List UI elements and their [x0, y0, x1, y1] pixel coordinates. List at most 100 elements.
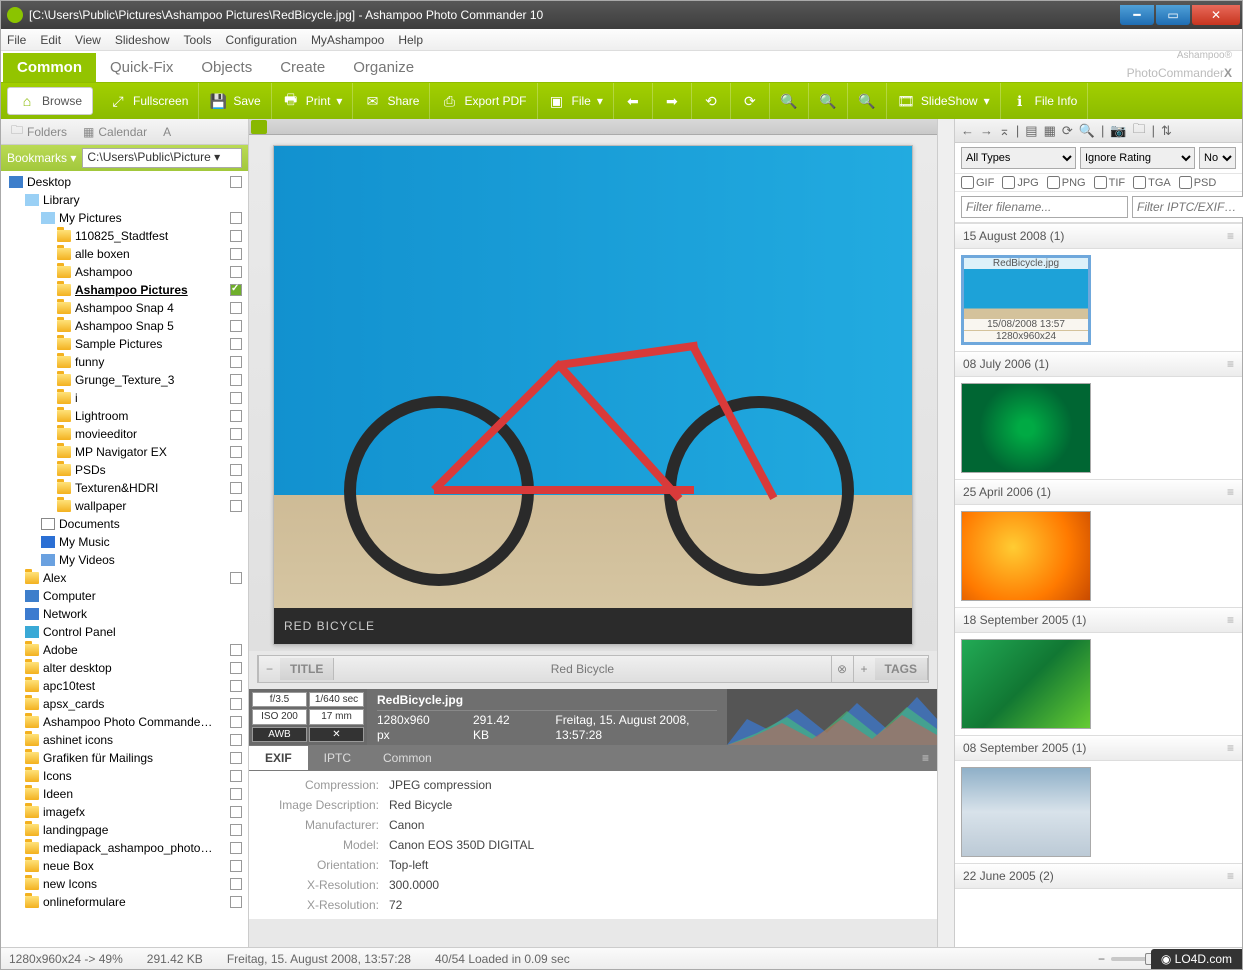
collapse-icon[interactable]: ≡ — [1227, 741, 1234, 755]
expand-tags-button[interactable]: + — [853, 656, 875, 682]
tree-item[interactable]: Ashampoo Pictures — [1, 281, 248, 299]
tree-checkbox[interactable] — [230, 212, 242, 224]
thumbnail-groups[interactable]: 15 August 2008 (1)≡RedBicycle.jpg15/08/2… — [955, 223, 1242, 947]
tree-item[interactable]: alle boxen — [1, 245, 248, 263]
tree-item[interactable]: i — [1, 389, 248, 407]
share-button[interactable]: ✉Share — [353, 83, 430, 119]
tree-item[interactable]: Documents — [1, 515, 248, 533]
tree-item[interactable]: Grafiken für Mailings — [1, 749, 248, 767]
tab-common[interactable]: Common — [3, 53, 96, 82]
tree-item[interactable]: mediapack_ashampoo_photo… — [1, 839, 248, 857]
tree-checkbox[interactable] — [230, 806, 242, 818]
tree-item[interactable]: Ideen — [1, 785, 248, 803]
tree-checkbox[interactable] — [230, 410, 242, 422]
export-pdf-button[interactable]: ⎙Export PDF — [430, 83, 537, 119]
tree-item[interactable]: My Pictures — [1, 209, 248, 227]
tree-checkbox[interactable] — [230, 770, 242, 782]
tree-checkbox[interactable] — [230, 482, 242, 494]
tree-item[interactable]: Icons — [1, 767, 248, 785]
print-button[interactable]: 🖶Print ▾ — [272, 83, 354, 119]
up-icon[interactable]: ⌅ — [999, 123, 1010, 139]
view-list-icon[interactable]: ▤ — [1025, 123, 1037, 139]
collapse-icon[interactable]: ≡ — [1227, 485, 1234, 499]
rotate-right-button[interactable]: ⟳ — [731, 83, 770, 119]
tree-item[interactable]: 110825_Stadtfest — [1, 227, 248, 245]
tree-checkbox[interactable] — [230, 392, 242, 404]
tree-checkbox[interactable] — [230, 338, 242, 350]
tab-quickfix[interactable]: Quick-Fix — [96, 53, 187, 82]
tree-checkbox[interactable] — [230, 698, 242, 710]
slideshow-button[interactable]: 🎞SlideShow ▾ — [887, 83, 1001, 119]
minimize-button[interactable]: ━ — [1120, 5, 1154, 25]
tree-checkbox[interactable] — [230, 662, 242, 674]
tree-item[interactable]: Lightroom — [1, 407, 248, 425]
exif-tab-common[interactable]: Common — [367, 746, 448, 770]
format-checkbox[interactable] — [1047, 176, 1060, 189]
tree-checkbox[interactable] — [230, 320, 242, 332]
tree-checkbox[interactable] — [230, 284, 242, 296]
tree-item[interactable]: landingpage — [1, 821, 248, 839]
zoom-out-icon[interactable]: − — [1098, 952, 1105, 966]
tree-checkbox[interactable] — [230, 680, 242, 692]
exif-tab-iptc[interactable]: IPTC — [308, 746, 367, 770]
tree-checkbox[interactable] — [230, 230, 242, 242]
thumbnail[interactable]: RedBicycle.jpg15/08/2008 13:571280x960x2… — [961, 255, 1091, 345]
filter-iptc-input[interactable] — [1132, 196, 1243, 218]
format-checkbox[interactable] — [1179, 176, 1192, 189]
zoom-in-button[interactable]: 🔍 — [848, 83, 887, 119]
tree-checkbox[interactable] — [230, 788, 242, 800]
menu-myashampoo[interactable]: MyAshampoo — [311, 33, 384, 47]
tree-item[interactable]: My Music — [1, 533, 248, 551]
browse-button[interactable]: ⌂Browse — [7, 87, 93, 115]
zoom-out-button[interactable]: 🔍 — [770, 83, 809, 119]
folder-tree[interactable]: DesktopLibraryMy Pictures110825_Stadtfes… — [1, 171, 248, 947]
tree-checkbox[interactable] — [230, 464, 242, 476]
thumbnail[interactable] — [961, 639, 1091, 729]
refresh-icon[interactable]: ⟳ — [1062, 123, 1073, 139]
tree-item[interactable]: Texturen&HDRI — [1, 479, 248, 497]
menu-help[interactable]: Help — [398, 33, 423, 47]
thumbnail[interactable] — [961, 383, 1091, 473]
tree-checkbox[interactable] — [230, 266, 242, 278]
tree-item[interactable]: onlineformulare — [1, 893, 248, 911]
menu-tools[interactable]: Tools — [184, 33, 212, 47]
tree-item[interactable]: Alex — [1, 569, 248, 587]
tree-item[interactable]: new Icons — [1, 875, 248, 893]
search-icon[interactable]: 🔍 — [1079, 123, 1095, 139]
exif-tab-exif[interactable]: EXIF — [249, 746, 308, 770]
grip-icon[interactable] — [251, 120, 267, 134]
tree-checkbox[interactable] — [230, 860, 242, 872]
format-checkbox[interactable] — [1002, 176, 1015, 189]
bookmarks-dropdown[interactable]: Bookmarks ▾ — [7, 151, 76, 165]
tree-item[interactable]: ashinet icons — [1, 731, 248, 749]
sidebar-tab-folders[interactable]: 🗀Folders — [5, 119, 73, 144]
thumbnail[interactable] — [961, 767, 1091, 857]
clear-title-button[interactable]: ⊗ — [831, 656, 853, 682]
fileinfo-button[interactable]: ℹFile Info — [1001, 83, 1089, 119]
tree-checkbox[interactable] — [230, 896, 242, 908]
tree-item[interactable]: Control Panel — [1, 623, 248, 641]
back-icon[interactable]: ← — [961, 123, 974, 138]
tree-checkbox[interactable] — [230, 500, 242, 512]
tree-item[interactable]: Computer — [1, 587, 248, 605]
fullscreen-button[interactable]: ⤢Fullscreen — [99, 83, 199, 119]
folder2-icon[interactable]: 🗀 — [1133, 120, 1146, 142]
tree-item[interactable]: Ashampoo — [1, 263, 248, 281]
tree-item[interactable]: Ashampoo Photo Commande… — [1, 713, 248, 731]
tree-item[interactable]: imagefx — [1, 803, 248, 821]
filter-rating-select[interactable]: Ignore Rating — [1080, 147, 1195, 169]
exif-collapse-icon[interactable]: ≡ — [922, 751, 929, 765]
tree-checkbox[interactable] — [230, 734, 242, 746]
tree-item[interactable]: Ashampoo Snap 4 — [1, 299, 248, 317]
camera-icon[interactable]: 📷 — [1110, 123, 1126, 139]
tree-item[interactable]: Sample Pictures — [1, 335, 248, 353]
tree-item[interactable]: My Videos — [1, 551, 248, 569]
forward-icon[interactable]: → — [980, 123, 993, 138]
menu-slideshow[interactable]: Slideshow — [115, 33, 170, 47]
tree-item[interactable]: alter desktop — [1, 659, 248, 677]
menu-view[interactable]: View — [75, 33, 101, 47]
title-value[interactable]: Red Bicycle — [334, 662, 830, 676]
tree-item[interactable]: wallpaper — [1, 497, 248, 515]
tree-item[interactable]: funny — [1, 353, 248, 371]
format-tga[interactable]: TGA — [1133, 176, 1171, 189]
